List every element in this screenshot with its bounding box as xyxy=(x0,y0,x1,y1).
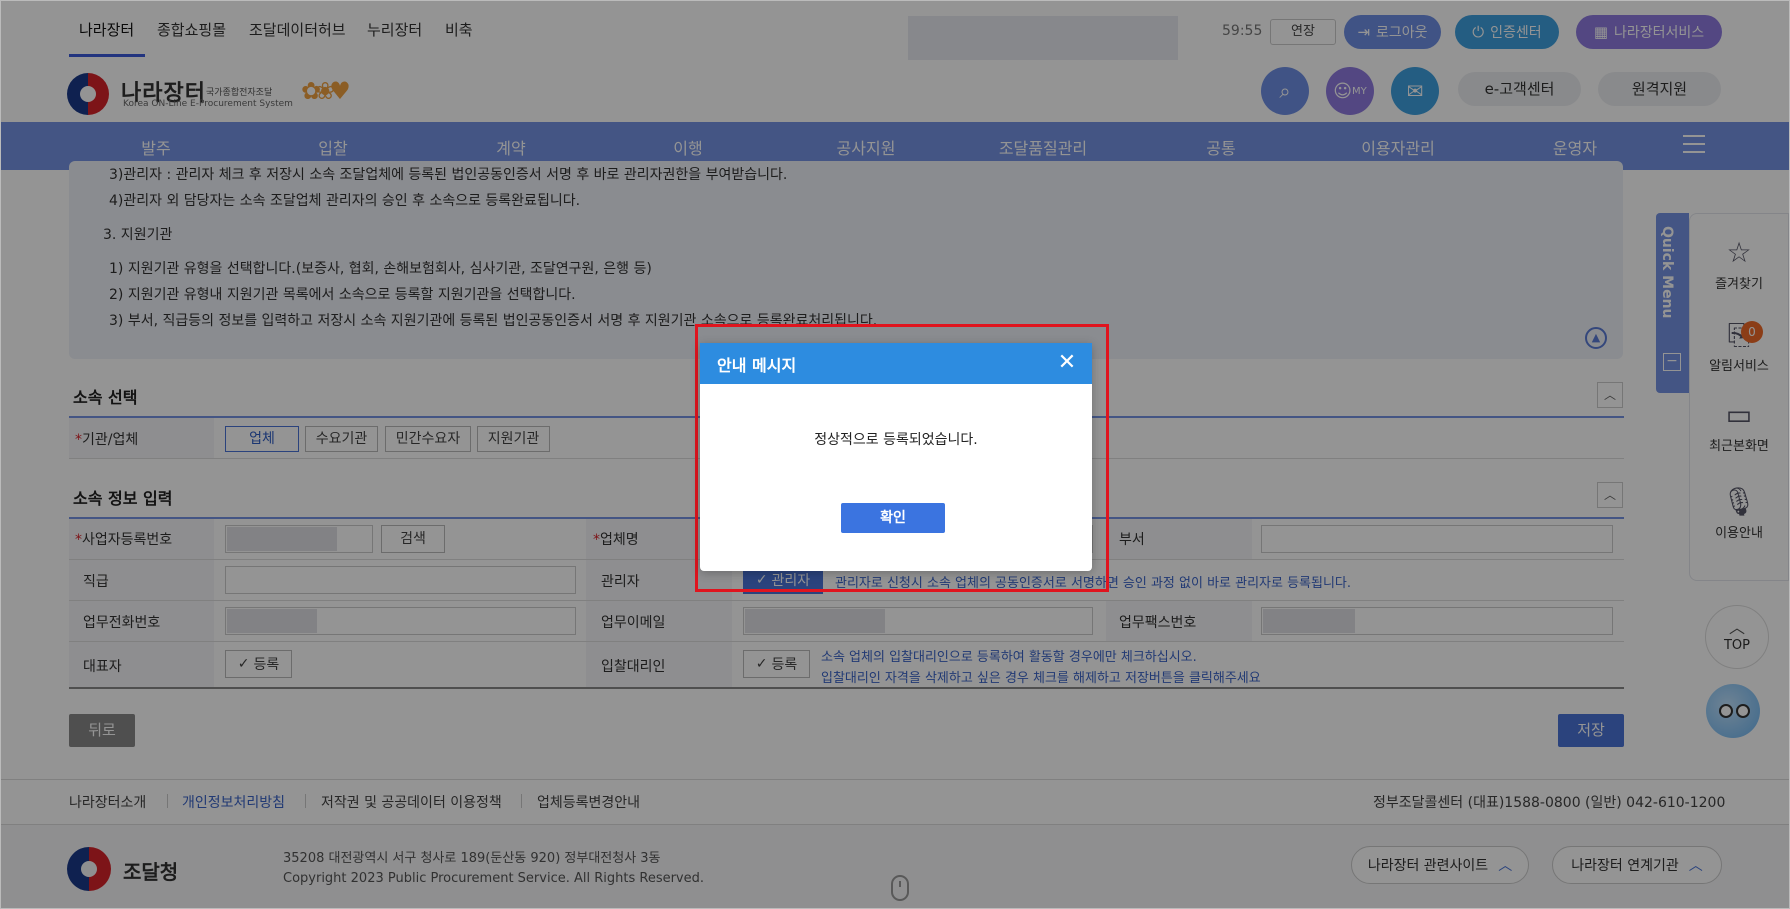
modal-confirm-button[interactable]: 확인 xyxy=(841,503,945,533)
modal-message: 정상적으로 등록되었습니다. xyxy=(814,432,978,448)
modal-title: 안내 메시지 xyxy=(717,356,797,375)
page: 나라장터 종합쇼핑몰 조달데이터허브 누리장터 비축 59:55 연장 ⇥ 로그아… xyxy=(0,0,1790,909)
close-icon[interactable]: ✕ xyxy=(1053,349,1081,377)
